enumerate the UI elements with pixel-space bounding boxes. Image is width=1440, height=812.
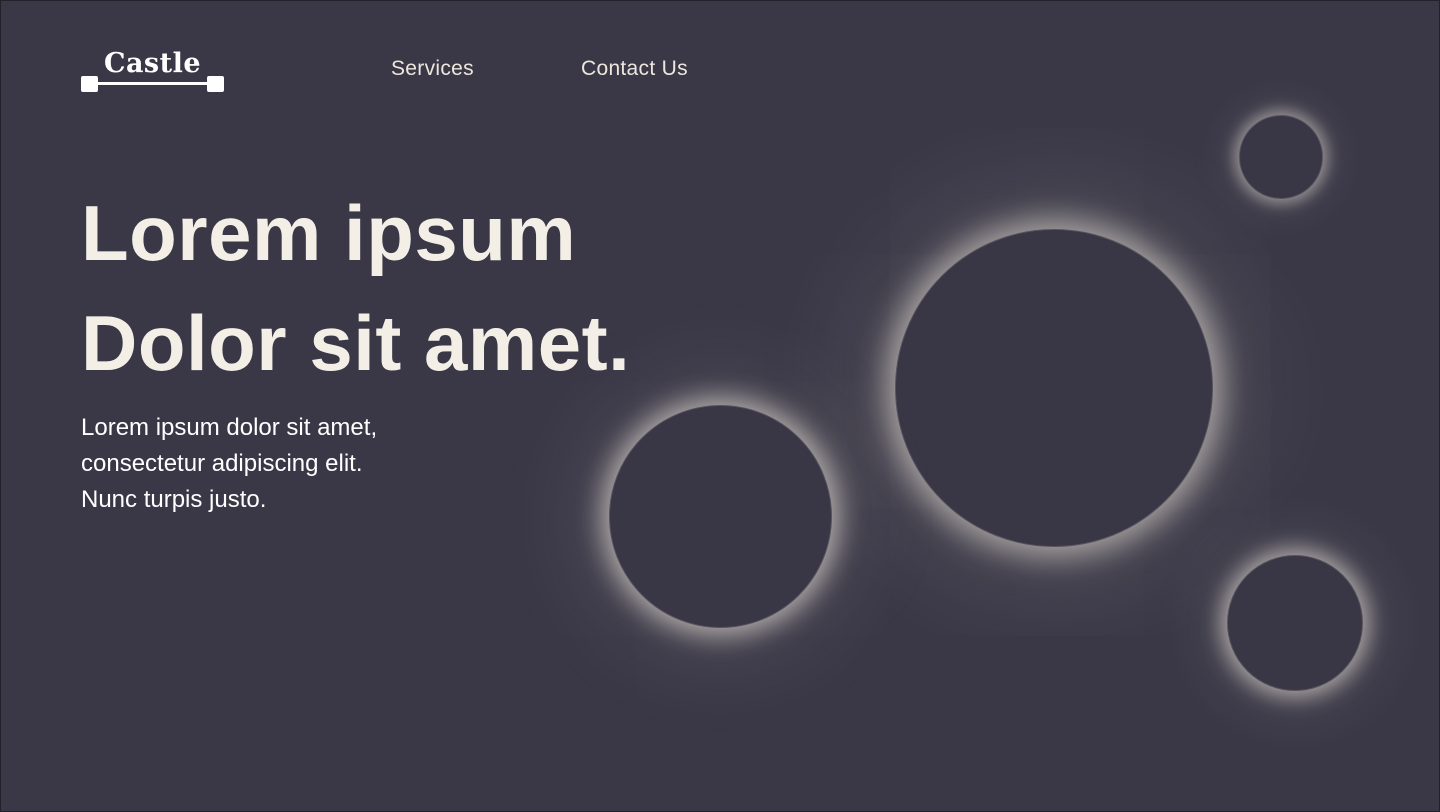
hero-description-line-1: Lorem ipsum dolor sit amet, (81, 414, 378, 441)
nav-link-contact-us[interactable]: Contact Us (581, 56, 688, 82)
hero-description-line-3: Nunc turpis justo. (81, 486, 267, 513)
hero-description: Lorem ipsum dolor sit amet, consectetur … (81, 410, 461, 518)
glow-circle-medium (609, 405, 832, 628)
castle-logo[interactable]: Castle (81, 48, 224, 94)
nav-link-services[interactable]: Services (391, 56, 474, 82)
hero-description-line-2: consectetur adipiscing elit. (81, 450, 363, 477)
glow-circle-small-bottom (1227, 555, 1363, 691)
logo-end-right (207, 76, 224, 92)
hero-title-line-1: Lorem ipsum (81, 189, 577, 277)
logo-end-left (81, 76, 98, 92)
logo-bar (89, 82, 216, 85)
hero-title: Lorem ipsum Dolor sit amet. (81, 178, 630, 398)
glow-circle-small-top (1239, 115, 1323, 199)
logo-text: Castle (103, 48, 202, 79)
hero-title-line-2: Dolor sit amet. (81, 299, 631, 387)
glow-circle-large (895, 229, 1213, 547)
